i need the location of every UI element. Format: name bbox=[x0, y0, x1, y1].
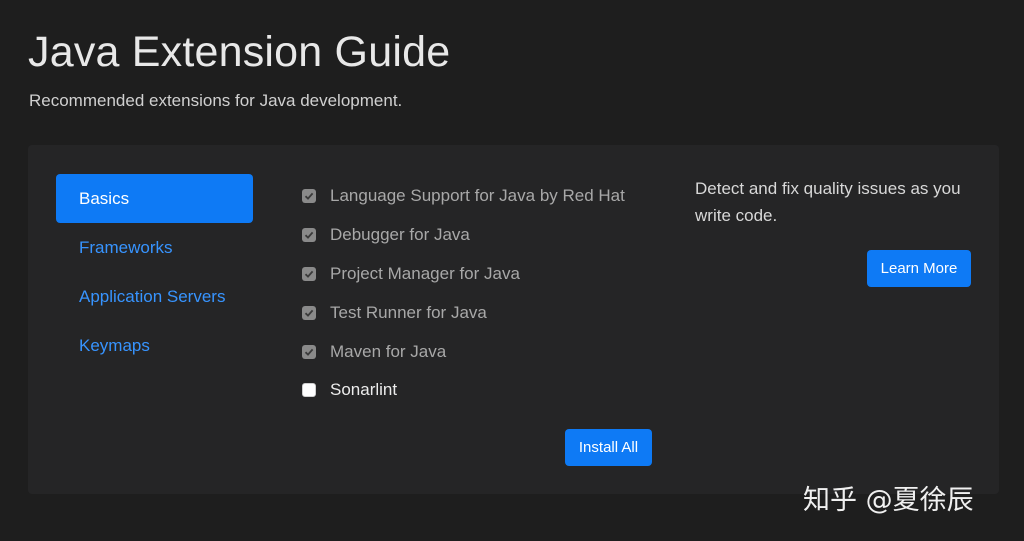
extension-checkbox[interactable] bbox=[302, 344, 316, 359]
extension-label: Language Support for Java by Red Hat bbox=[330, 186, 625, 206]
extension-item: Test Runner for Java bbox=[302, 293, 625, 332]
checkmark-icon bbox=[304, 309, 314, 317]
extension-checkbox[interactable] bbox=[302, 383, 316, 398]
extension-item: Maven for Java bbox=[302, 332, 625, 371]
page-subtitle: Recommended extensions for Java developm… bbox=[29, 91, 403, 110]
extension-item: Debugger for Java bbox=[302, 216, 625, 255]
extension-list: Language Support for Java by Red Hat Deb… bbox=[302, 177, 625, 410]
extension-label: Debugger for Java bbox=[330, 225, 470, 245]
extension-checkbox[interactable] bbox=[302, 189, 316, 204]
checkmark-icon bbox=[304, 193, 314, 201]
nav-item-application-servers[interactable]: Application Servers bbox=[56, 272, 253, 321]
extension-item: Project Manager for Java bbox=[302, 255, 625, 294]
learn-more-button[interactable]: Learn More bbox=[867, 250, 971, 287]
extension-description: Detect and fix quality issues as you wri… bbox=[695, 179, 961, 225]
page-title: Java Extension Guide bbox=[28, 28, 451, 76]
extension-item: Language Support for Java by Red Hat bbox=[302, 177, 625, 216]
install-all-button[interactable]: Install All bbox=[565, 429, 652, 466]
nav-item-keymaps[interactable]: Keymaps bbox=[56, 321, 253, 370]
category-nav: Basics Frameworks Application Servers Ke… bbox=[56, 174, 253, 370]
nav-item-frameworks[interactable]: Frameworks bbox=[56, 223, 253, 272]
extension-guide-page: Java Extension Guide Recommended extensi… bbox=[0, 0, 1024, 541]
nav-item-basics[interactable]: Basics bbox=[56, 174, 253, 223]
extension-panel: Basics Frameworks Application Servers Ke… bbox=[28, 145, 999, 494]
extension-checkbox[interactable] bbox=[302, 266, 316, 281]
extension-label: Project Manager for Java bbox=[330, 263, 520, 283]
extension-label: Test Runner for Java bbox=[330, 302, 487, 322]
extension-checkbox[interactable] bbox=[302, 305, 316, 320]
extension-label: Maven for Java bbox=[330, 341, 447, 361]
checkmark-icon bbox=[304, 348, 314, 356]
extension-label: Sonarlint bbox=[330, 380, 398, 400]
checkmark-icon bbox=[304, 270, 314, 278]
watermark-text: 知乎 @夏徐辰 bbox=[803, 485, 974, 516]
checkmark-icon bbox=[304, 231, 314, 240]
extension-checkbox[interactable] bbox=[302, 228, 316, 243]
extension-item: Sonarlint bbox=[302, 371, 625, 410]
